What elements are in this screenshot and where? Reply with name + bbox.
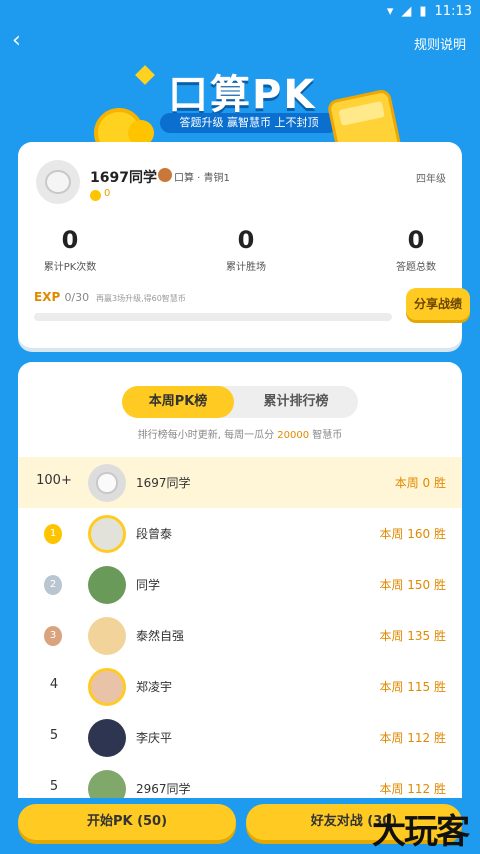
bronze-medal-icon: 3: [44, 626, 62, 646]
row-wins: 本周 0 胜: [394, 476, 446, 490]
table-row[interactable]: 3 泰然自强 本周 135 胜: [18, 610, 462, 661]
table-row[interactable]: 2 同学 本周 150 胜: [18, 559, 462, 610]
chevron-left-icon[interactable]: ‹: [12, 30, 36, 54]
battery-icon: ▮: [419, 4, 427, 19]
rank-number: 5: [49, 779, 59, 794]
rank-badge-icon: [158, 168, 172, 182]
stat-answers: 0 答题总数: [356, 226, 476, 273]
gold-medal-icon: 1: [44, 524, 62, 544]
row-name: 郑凌宇: [136, 680, 173, 694]
row-wins: 本周 115 胜: [379, 680, 446, 694]
profile-card: 1697同学 口算 · 青铜1 0 四年级 0 累计PK次数 0 累计胜场 0 …: [18, 142, 470, 348]
row-name: 泰然自强: [136, 629, 185, 643]
leaderboard-tabs: 本周PK榜 累计排行榜: [122, 386, 358, 418]
start-pk-button[interactable]: 开始PK (50): [18, 804, 236, 840]
rules-link[interactable]: 规则说明: [414, 34, 466, 53]
row-name: 段曾泰: [136, 527, 173, 541]
tab-weekly[interactable]: 本周PK榜: [122, 386, 234, 418]
avatar: [88, 617, 126, 655]
star-decoration-icon: [135, 65, 155, 85]
rank-number: 4: [49, 677, 59, 692]
coin-icon: [90, 190, 101, 201]
note-amount: 20000: [277, 430, 310, 441]
exp-label: EXP 0/30: [34, 290, 89, 304]
table-row[interactable]: 5 李庆平 本周 112 胜: [18, 712, 462, 763]
note-prefix: 排行榜每小时更新, 每周一瓜分: [137, 430, 275, 441]
avatar: [36, 160, 80, 204]
hero-subtitle: 答题升级 赢智慧币 上不封顶: [160, 113, 338, 133]
note-suffix: 智慧币: [312, 430, 343, 441]
hero-banner: 口算PK 答题升级 赢智慧币 上不封顶: [0, 56, 480, 180]
rank-text: 口算 · 青铜1: [174, 173, 230, 184]
stat-label: 累计胜场: [226, 262, 266, 273]
row-wins: 本周 112 胜: [379, 782, 446, 796]
status-bar: ▾ ◢ ▮ 11:13: [0, 0, 480, 24]
avatar: [88, 464, 126, 502]
stat-value: 0: [407, 226, 425, 254]
row-name: 李庆平: [136, 731, 173, 745]
avatar: [88, 515, 126, 553]
stat-label: 答题总数: [396, 262, 436, 273]
page-title: 口算PK: [168, 72, 317, 118]
table-row[interactable]: 100+ 1697同学 本周 0 胜: [18, 457, 462, 508]
clock-text: 11:13: [434, 4, 472, 19]
row-wins: 本周 160 胜: [379, 527, 446, 541]
rank-number: 3: [49, 630, 57, 641]
table-row[interactable]: 1 段曾泰 本周 160 胜: [18, 508, 462, 559]
table-row[interactable]: 4 郑凌宇 本周 115 胜: [18, 661, 462, 712]
stat-pk-count: 0 累计PK次数: [10, 226, 130, 273]
coin-count: 0: [104, 188, 111, 199]
wifi-icon: ▾: [386, 4, 394, 19]
row-wins: 本周 135 胜: [379, 629, 446, 643]
stat-value: 0: [237, 226, 255, 254]
exp-value: 0/30: [64, 291, 90, 304]
row-name: 同学: [136, 578, 161, 592]
watermark-text: 大玩客: [372, 812, 470, 852]
rank-number: 1: [49, 528, 57, 539]
avatar: [88, 566, 126, 604]
row-wins: 本周 150 胜: [379, 578, 446, 592]
row-name: 2967同学: [136, 782, 191, 796]
exp-tip: 再赢3场升级,得60智慧币: [96, 294, 186, 303]
user-name: 1697同学: [90, 170, 157, 186]
stat-label: 累计PK次数: [43, 262, 97, 273]
share-button[interactable]: 分享战绩: [406, 288, 470, 320]
stat-wins: 0 累计胜场: [186, 226, 306, 273]
exp-progress-bar: [34, 313, 392, 321]
avatar: [88, 668, 126, 706]
leaderboard-card: 本周PK榜 累计排行榜 排行榜每小时更新, 每周一瓜分 20000 智慧币 10…: [18, 362, 462, 854]
leaderboard-note: 排行榜每小时更新, 每周一瓜分 20000 智慧币: [18, 426, 462, 441]
grade-label: 四年级: [416, 174, 446, 185]
row-name: 1697同学: [136, 476, 191, 490]
silver-medal-icon: 2: [44, 575, 62, 595]
rank-number: 100+: [36, 473, 72, 488]
top-nav: ‹ 规则说明: [0, 28, 480, 58]
exp-title: EXP: [34, 290, 61, 304]
rank-number: 2: [49, 579, 57, 590]
stat-value: 0: [61, 226, 79, 254]
tab-total[interactable]: 累计排行榜: [240, 386, 352, 418]
bottom-action-bar: 开始PK (50) 好友对战 (30) 大玩客: [0, 798, 480, 854]
signal-icon: ◢: [401, 4, 412, 19]
avatar: [88, 719, 126, 757]
rank-number: 5: [49, 728, 59, 743]
row-wins: 本周 112 胜: [379, 731, 446, 745]
